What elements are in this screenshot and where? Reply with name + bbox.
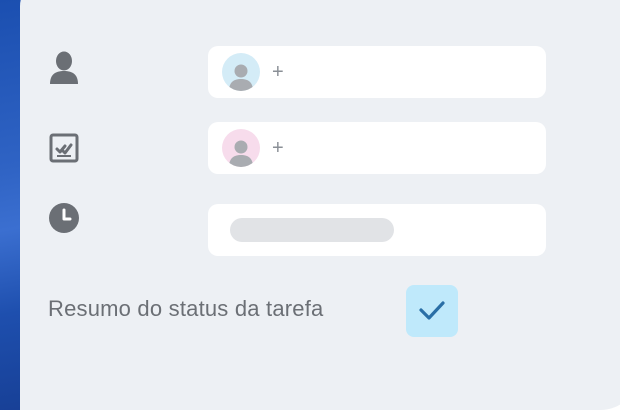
add-reviewer-button[interactable]: + — [272, 138, 284, 158]
user-icon — [48, 51, 80, 84]
assignee-field[interactable]: + — [208, 46, 546, 98]
clock-icon — [48, 202, 80, 234]
avatar-placeholder-icon — [222, 53, 260, 91]
avatar-placeholder-icon — [222, 129, 260, 167]
add-assignee-button[interactable]: + — [272, 62, 284, 82]
reviewer-field[interactable]: + — [208, 122, 546, 174]
check-icon — [419, 301, 445, 320]
status-summary-label: Resumo do status da tarefa — [48, 296, 324, 321]
due-time-field[interactable] — [208, 204, 546, 256]
task-checklist-icon — [48, 132, 80, 164]
loading-placeholder — [230, 218, 394, 242]
status-summary-checkbox[interactable] — [406, 285, 458, 337]
task-details-card: + + Resumo do status da tarefa — [20, 0, 620, 410]
task-form-screen: + + Resumo do status da tarefa — [0, 0, 620, 410]
